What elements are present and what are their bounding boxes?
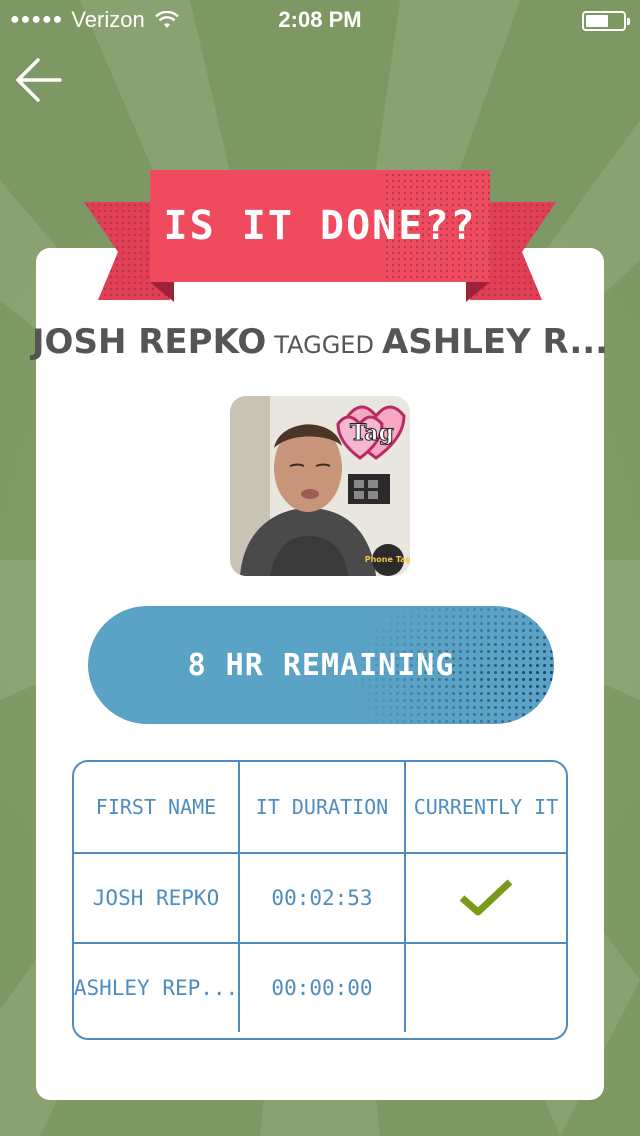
tag-photo-image: Tag Phone Tag [230,396,410,576]
table-row: ASHLEY REP... 00:00:00 [74,942,566,1032]
header-first-name: FIRST NAME [95,795,217,819]
row-currently-it [404,854,566,942]
row-it-duration: 00:02:53 [238,854,404,942]
back-arrow-icon[interactable] [12,52,68,108]
tagger-name: JOSH REPKO [31,322,267,362]
row-first-name: JOSH REPKO [92,886,220,910]
status-time: 2:08 PM [278,7,362,32]
row-first-name: ASHLEY REP... [74,976,238,1000]
time-remaining-label: 8 HR REMAINING [187,647,455,683]
header-currently-it: CURRENTLY IT [404,762,566,852]
tag-summary: JOSH REPKO TAGGED ASHLEY R... [32,322,608,378]
tagged-name: ASHLEY R... [381,322,609,362]
tag-photo[interactable]: Tag Phone Tag [230,396,410,576]
check-icon [459,879,513,916]
battery-nub [627,18,630,25]
battery-icon [582,11,630,31]
time-remaining-button[interactable]: 8 HR REMAINING [88,606,554,724]
watermark-text: Phone Tag [365,555,410,564]
status-bar: ●●●●● Verizon 2:08 PM [0,0,640,40]
table-row: JOSH REPKO 00:02:53 [74,852,566,942]
row-it-duration: 00:00:00 [238,944,404,1032]
row-currently-it [404,944,566,1032]
tagged-verb: TAGGED [274,331,374,359]
header-it-duration: IT DURATION [238,762,404,852]
banner-title: IS IT DONE?? [163,203,477,249]
battery-level [586,15,608,27]
table-header-row: FIRST NAME IT DURATION CURRENTLY IT [74,762,566,852]
sticker-text: Tag [350,420,394,446]
tag-history-table: FIRST NAME IT DURATION CURRENTLY IT JOSH… [72,760,568,1040]
